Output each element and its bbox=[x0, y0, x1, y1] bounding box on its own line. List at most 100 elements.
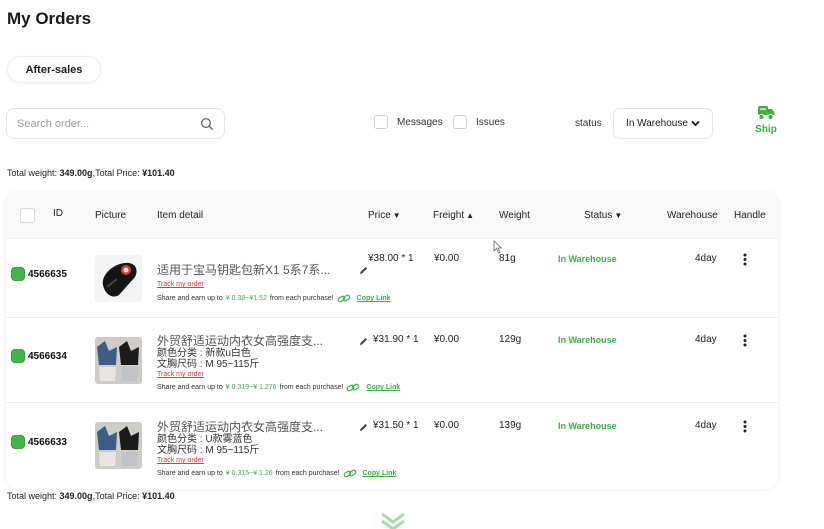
copy-link-button[interactable]: Copy Link bbox=[357, 295, 391, 302]
link-icon bbox=[337, 294, 351, 303]
edit-icon[interactable] bbox=[359, 337, 368, 346]
share-suffix: from each purchase! bbox=[269, 295, 334, 302]
col-picture: Picture bbox=[95, 210, 127, 221]
item-weight: 129g bbox=[499, 334, 522, 345]
item-price: ¥31.90 * 1 bbox=[373, 334, 419, 345]
item-title[interactable]: 适用于宝马钥匙包新X1 5系7系... bbox=[157, 261, 330, 278]
track-order-link[interactable]: Track my order bbox=[157, 371, 204, 378]
share-range: ¥ 0.315~¥ 1.26 bbox=[225, 470, 273, 477]
item-spec-color: 颜色分类 : 新款u白色 bbox=[157, 348, 251, 359]
col-warehouse: Warehouse bbox=[667, 210, 718, 221]
product-image[interactable] bbox=[95, 422, 142, 469]
col-weight: Weight bbox=[499, 210, 530, 221]
item-price: ¥31.50 * 1 bbox=[373, 420, 419, 431]
share-suffix: from each purchase! bbox=[279, 384, 344, 391]
summary-price-value: ¥101.40 bbox=[142, 491, 175, 501]
share-earn: Share and earn up to ¥ 0.38~¥1.52 from e… bbox=[157, 294, 391, 303]
share-earn: Share and earn up to ¥ 0.319~¥ 1.276 fro… bbox=[157, 383, 400, 392]
col-freight[interactable]: Freight ▲ bbox=[433, 210, 474, 221]
edit-icon[interactable] bbox=[359, 266, 368, 275]
table-header: ID Picture Item detail Price ▼ Freight ▲ W… bbox=[6, 193, 778, 239]
product-image[interactable] bbox=[95, 337, 142, 384]
ship-icon bbox=[758, 106, 775, 121]
item-weight: 139g bbox=[499, 420, 522, 431]
item-freight: ¥0.00 bbox=[434, 334, 460, 345]
search-box bbox=[6, 108, 225, 139]
col-price-label: Price bbox=[368, 210, 391, 221]
warehouse-days: 4day bbox=[695, 253, 717, 264]
chevron-down-icon bbox=[691, 120, 700, 127]
item-freight: ¥0.00 bbox=[434, 253, 460, 264]
row-checkbox[interactable] bbox=[11, 349, 25, 363]
col-freight-label: Freight bbox=[433, 210, 465, 221]
item-spec-size: 文胸尺码 : M 95~115斤 bbox=[157, 359, 260, 370]
share-prefix: Share and earn up to bbox=[157, 384, 223, 391]
col-handle: Handle bbox=[734, 210, 766, 221]
after-sales-tab[interactable]: After-sales bbox=[7, 56, 101, 83]
link-icon bbox=[343, 469, 356, 478]
status-filter-label: status bbox=[575, 118, 602, 129]
issues-label: Issues bbox=[476, 116, 505, 128]
product-image[interactable] bbox=[95, 255, 142, 302]
product-image-graphic bbox=[95, 422, 142, 469]
item-status: In Warehouse bbox=[558, 254, 617, 264]
order-id: 4566634 bbox=[28, 351, 67, 362]
item-weight: 81g bbox=[499, 253, 516, 264]
status-select[interactable]: In Warehouse bbox=[613, 108, 713, 139]
summary-weight-prefix: Total weight: bbox=[7, 168, 60, 178]
summary-weight-value: 349.00g bbox=[59, 491, 93, 501]
summary-weight-value: 349.00g bbox=[59, 168, 93, 178]
more-vertical-icon[interactable] bbox=[743, 420, 747, 433]
share-prefix: Share and earn up to bbox=[157, 295, 223, 302]
edit-icon[interactable] bbox=[359, 423, 368, 432]
summary-top: Total weight: 349.00g,Total Price: ¥101.… bbox=[7, 168, 175, 178]
product-image-graphic bbox=[95, 337, 142, 384]
col-id: ID bbox=[53, 208, 63, 219]
page-title: My Orders bbox=[7, 9, 92, 28]
summary-bottom: Total weight: 349.00g,Total Price: ¥101.… bbox=[7, 491, 175, 501]
item-status: In Warehouse bbox=[558, 421, 617, 431]
ship-button[interactable]: Ship bbox=[750, 104, 782, 135]
order-id: 4566635 bbox=[28, 269, 67, 280]
issues-filter[interactable]: Issues bbox=[453, 115, 505, 129]
track-order-link[interactable]: Track my order bbox=[157, 457, 204, 464]
item-spec-color: 颜色分类 : U款雾蓝色 bbox=[157, 434, 253, 445]
more-vertical-icon[interactable] bbox=[743, 334, 747, 347]
sort-up-icon: ▲ bbox=[466, 211, 475, 220]
copy-link-button[interactable]: Copy Link bbox=[366, 384, 400, 391]
sort-down-icon: ▼ bbox=[614, 211, 623, 220]
orders-table: ID Picture Item detail Price ▼ Freight ▲ W… bbox=[6, 193, 778, 489]
share-earn: Share and earn up to ¥ 0.315~¥ 1.26 from… bbox=[157, 469, 396, 478]
status-select-value: In Warehouse bbox=[626, 118, 688, 129]
row-checkbox[interactable] bbox=[11, 435, 25, 449]
more-vertical-icon[interactable] bbox=[743, 253, 747, 266]
row-checkbox[interactable] bbox=[11, 267, 25, 281]
issues-checkbox[interactable] bbox=[453, 115, 467, 129]
table-row[interactable]: 4566634 外贸舒适运动内衣女高强度支... 颜色分类 : 新款u白色 文胸… bbox=[6, 318, 778, 403]
messages-label: Messages bbox=[397, 116, 443, 128]
col-status[interactable]: Status ▼ bbox=[584, 210, 622, 221]
col-status-label: Status bbox=[584, 210, 613, 221]
search-icon[interactable] bbox=[200, 117, 214, 131]
summary-price-prefix: ,Total Price: bbox=[92, 491, 143, 501]
summary-weight-prefix: Total weight: bbox=[7, 491, 60, 501]
select-all-checkbox[interactable] bbox=[20, 208, 35, 223]
order-id: 4566633 bbox=[28, 437, 67, 448]
copy-link-button[interactable]: Copy Link bbox=[363, 470, 397, 477]
item-title[interactable]: 外贸舒适运动内衣女高强度支... bbox=[157, 332, 323, 349]
summary-price-prefix: ,Total Price: bbox=[92, 168, 143, 178]
table-row[interactable]: 4566635 适用于宝马钥匙包新X1 5系7系... Track my ord… bbox=[6, 239, 778, 318]
messages-filter[interactable]: Messages bbox=[374, 115, 443, 129]
chevron-double-down-icon[interactable] bbox=[378, 512, 408, 529]
search-input[interactable] bbox=[17, 117, 200, 130]
track-order-link[interactable]: Track my order bbox=[157, 281, 204, 288]
col-price[interactable]: Price ▼ bbox=[368, 210, 401, 221]
sort-down-icon: ▼ bbox=[392, 211, 401, 220]
share-prefix: Share and earn up to bbox=[157, 470, 223, 477]
product-image-graphic bbox=[95, 255, 142, 302]
mouse-cursor-icon bbox=[493, 240, 503, 254]
summary-price-value: ¥101.40 bbox=[142, 168, 175, 178]
item-title[interactable]: 外贸舒适运动内衣女高强度支... bbox=[157, 418, 323, 435]
table-row[interactable]: 4566633 外贸舒适运动内衣女高强度支... 颜色分类 : U款雾蓝色 文胸… bbox=[6, 403, 778, 489]
messages-checkbox[interactable] bbox=[374, 115, 388, 129]
